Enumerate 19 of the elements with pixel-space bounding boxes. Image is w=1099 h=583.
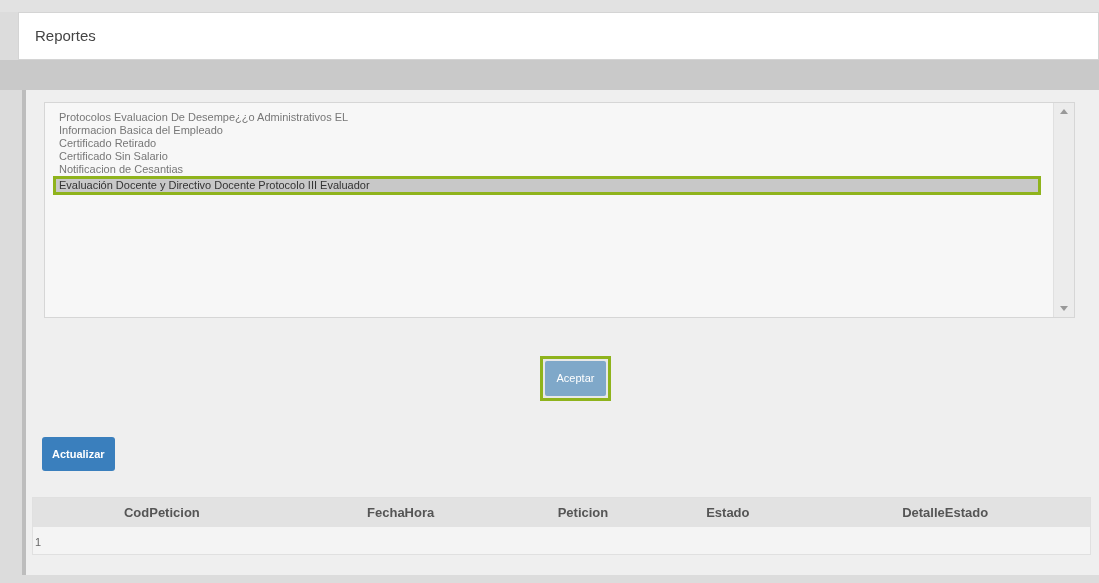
column-header: FechaHora bbox=[367, 503, 435, 522]
scroll-down-icon[interactable] bbox=[1060, 306, 1068, 311]
report-list-item[interactable]: Evaluación Docente y Directivo Docente Protocolo III Evaluador bbox=[53, 176, 1041, 195]
scroll-up-icon[interactable] bbox=[1060, 109, 1068, 114]
column-header: DetalleEstado bbox=[902, 503, 989, 522]
report-list-item[interactable]: Informacion Basica del Empleado bbox=[53, 124, 1049, 137]
column-header: CodPeticion bbox=[123, 503, 200, 522]
column-header: Estado bbox=[706, 503, 750, 522]
refresh-button[interactable]: Actualizar bbox=[42, 436, 115, 471]
scrollbar[interactable] bbox=[1053, 103, 1074, 317]
report-list-item[interactable]: Certificado Sin Salario bbox=[53, 150, 1049, 163]
report-list-item[interactable]: Certificado Retirado bbox=[53, 137, 1049, 150]
accept-button[interactable]: Aceptar bbox=[539, 356, 612, 401]
report-list-item[interactable]: Protocolos Evaluacion De Desempe¿¿o Administrativos EL bbox=[53, 111, 1049, 124]
page-title: Reportes bbox=[35, 25, 96, 46]
report-list-item[interactable]: Notificacion de Cesantias bbox=[53, 163, 1049, 176]
column-header: Peticion bbox=[557, 503, 609, 522]
report-listbox[interactable] bbox=[44, 102, 1075, 318]
table-cell: 1 bbox=[35, 535, 42, 548]
